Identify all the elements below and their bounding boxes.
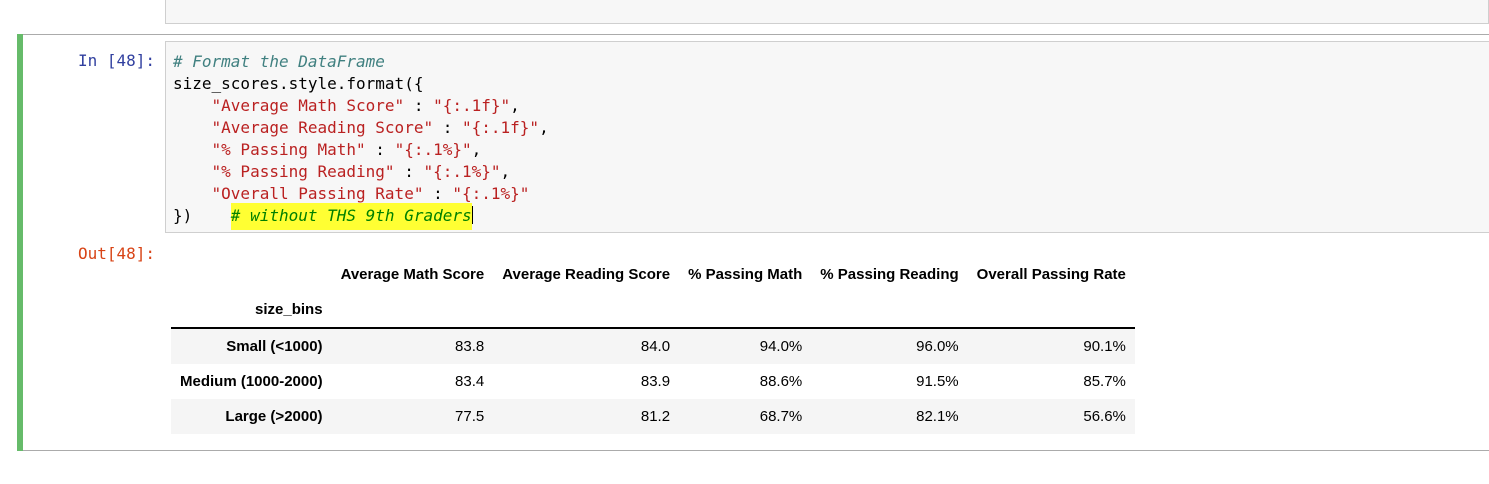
table-row: Medium (1000-2000) 83.4 83.9 88.6% 91.5%… [171,364,1135,399]
empty-header-cell [811,292,968,329]
table-cell: 68.7% [759,408,803,425]
table-cell: 83.8 [455,338,485,355]
code-string: "{:.1f}" [462,118,540,137]
code-string: "{:.1%}" [394,140,472,159]
code-line-4: "Average Reading Score" : "{:.1f}", [173,117,549,139]
code-line-1: # Format the DataFrame [173,51,549,73]
code-string: "Average Reading Score" [211,118,434,137]
code-punct: , [500,162,511,181]
table-cell: 85.7% [1083,373,1126,390]
table-cell: 83.4 [455,373,485,390]
code-editor[interactable]: # Format the DataFrame size_scores.style.… [173,51,549,230]
table-cell: 84.0 [640,338,671,355]
table-cell: 83.9 [640,373,671,390]
empty-header-cell [967,292,1135,329]
row-label: Small (<1000) [226,338,323,355]
table-row: Small (<1000) 83.8 84.0 94.0% 96.0% 90.1… [171,328,1135,364]
column-header: Overall Passing Rate [976,266,1126,283]
column-header: Average Reading Score [502,266,671,283]
corner-cell [171,257,332,292]
code-closing: }) [173,206,193,225]
code-line-3: "Average Math Score" : "{:.1f}", [173,95,549,117]
code-string: "{:.1%}" [423,162,501,181]
table-row: Large (>2000) 77.5 81.2 68.7% 82.1% 56.6… [171,399,1135,434]
empty-header-cell [331,292,494,329]
empty-header-cell [493,292,680,329]
text-cursor [471,206,473,224]
code-string: "% Passing Reading" [211,162,395,181]
code-punct: , [471,140,482,159]
table-cell: 77.5 [455,408,485,425]
previous-cell-input[interactable] [165,0,1489,24]
code-line-2: size_scores.style.format({ [173,74,424,93]
index-name-row: size_bins [171,292,1135,329]
code-string: "Overall Passing Rate" [211,184,424,203]
row-label: Medium (1000-2000) [180,373,323,390]
index-name: size_bins [171,292,332,329]
code-line-7: "Overall Passing Rate" : "{:.1%}" [173,183,549,205]
table-cell: 81.2 [640,408,671,425]
code-string: "{:.1%}" [452,184,530,203]
code-string: "Average Math Score" [211,96,405,115]
code-operator: : [433,118,462,137]
column-header: % Passing Math [688,266,803,283]
code-input-area[interactable]: # Format the DataFrame size_scores.style.… [165,41,1489,233]
table-cell: 90.1% [1083,338,1126,355]
dataframe-table: Average Math Score Average Reading Score… [171,257,1135,434]
code-comment: # Format the DataFrame [173,52,385,71]
output-prompt: Out[48]: [77,244,155,263]
table-cell: 94.0% [759,338,803,355]
code-line-6: "% Passing Reading" : "{:.1%}", [173,161,549,183]
code-string: "{:.1f}" [433,96,511,115]
column-header: Average Math Score [340,266,485,283]
column-header-row: Average Math Score Average Reading Score… [171,257,1135,292]
table-cell: 96.0% [916,338,959,355]
code-line-8: }) # without THS 9th Graders [173,203,549,230]
empty-header-cell [679,292,812,329]
code-punct: , [510,96,520,115]
table-cell: 56.6% [1083,408,1126,425]
code-punct: , [539,118,549,137]
row-label: Large (>2000) [225,408,323,425]
input-prompt: In [48]: [77,51,155,70]
table-cell: 82.1% [916,408,959,425]
code-operator: : [423,184,453,203]
code-operator: : [365,140,395,159]
code-string: "% Passing Math" [211,140,366,159]
table-cell: 91.5% [916,373,959,390]
code-operator: : [404,96,434,115]
table-cell: 88.6% [759,373,803,390]
code-line-5: "% Passing Math" : "{:.1%}", [173,139,549,161]
column-header: % Passing Reading [820,266,959,283]
highlighted-comment: # without THS 9th Graders [230,203,472,230]
code-operator: : [394,162,424,181]
